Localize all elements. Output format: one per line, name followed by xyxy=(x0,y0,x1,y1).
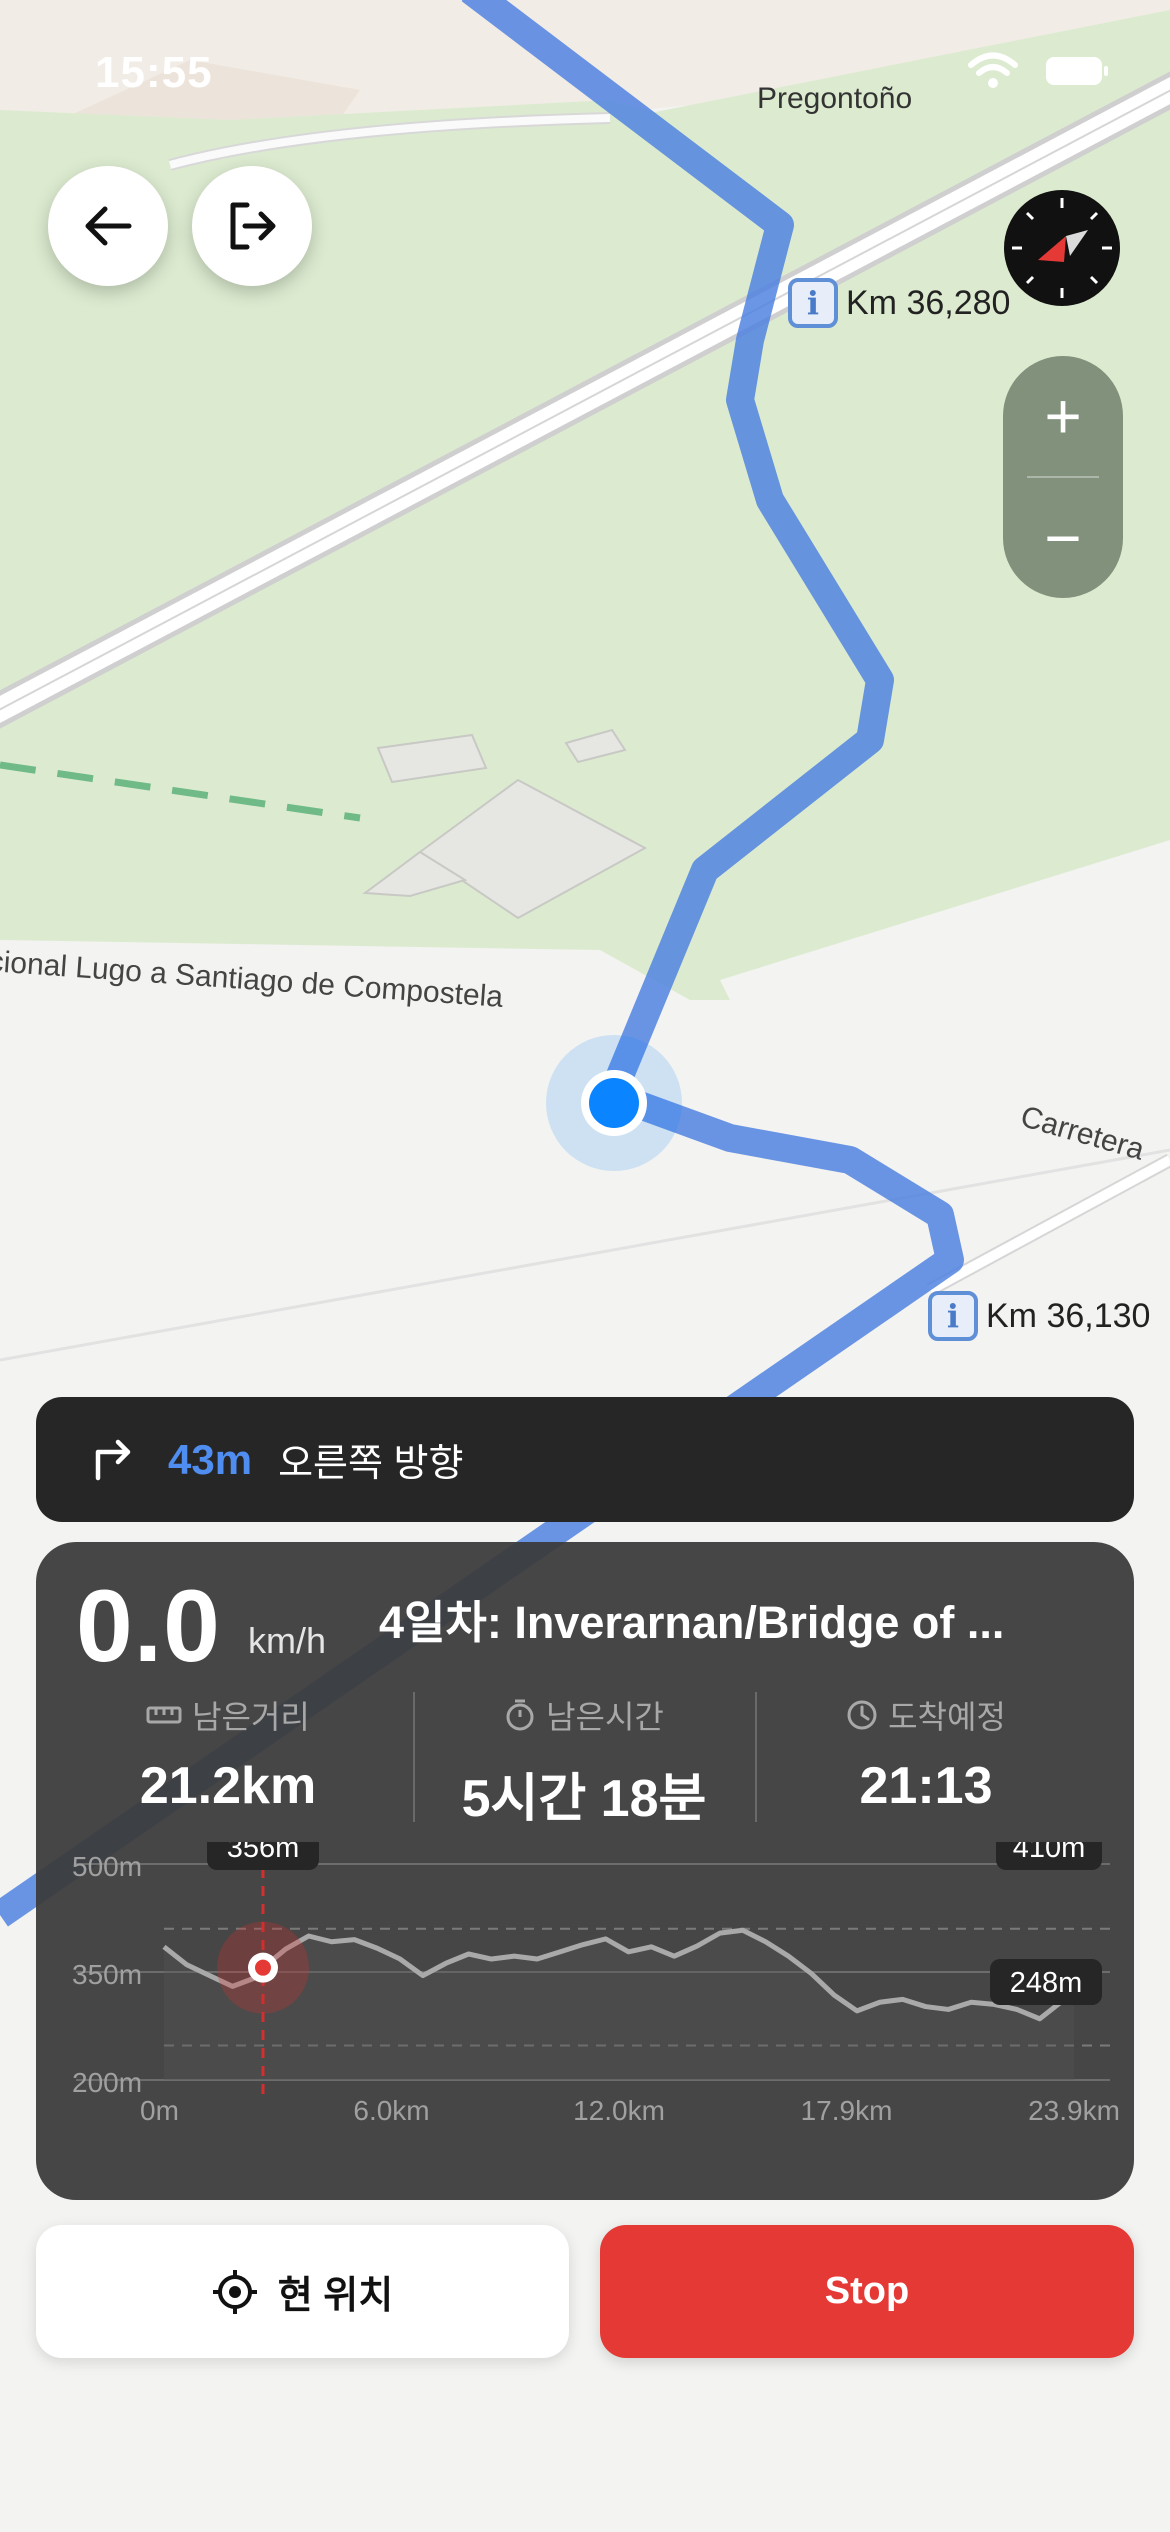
stopwatch-icon xyxy=(506,1699,534,1731)
stat-value: 21.2km xyxy=(139,1757,317,1815)
status-icons xyxy=(968,52,1110,90)
stat-label: 도착예정 xyxy=(888,1699,1006,1735)
stat-arrival-time: 도착예정 21:13 xyxy=(756,1692,1096,1816)
route-title: 4일차: Inverarnan/Bridge of ... xyxy=(379,1597,1005,1648)
status-time: 15:55 xyxy=(95,48,213,97)
zoom-control: + − xyxy=(1003,356,1123,598)
compass-button[interactable] xyxy=(1004,190,1120,306)
current-location-dot xyxy=(589,1078,639,1128)
min-elevation-label: 248m xyxy=(1010,1967,1083,1999)
stat-value: 5시간 18분 xyxy=(461,1770,707,1828)
max-elevation-label: 410m xyxy=(1013,1842,1086,1864)
km-marker[interactable]: i Km 36,280 xyxy=(788,278,1010,328)
stop-label: Stop xyxy=(824,2270,910,2312)
x-tick-label: 0m xyxy=(140,2095,179,2126)
crosshair-icon xyxy=(212,2269,257,2314)
x-tick-label: 23.9km xyxy=(1028,2095,1120,2126)
stat-label: 남은시간 xyxy=(546,1699,664,1735)
compass-icon xyxy=(1012,198,1112,298)
stat-label: 남은거리 xyxy=(192,1699,310,1735)
stat-remaining-distance: 남은거리 21.2km xyxy=(58,1692,398,1816)
arrow-left-icon xyxy=(85,206,132,246)
stat-value: 21:13 xyxy=(859,1757,993,1815)
speed-value: 0.0 xyxy=(76,1569,221,1683)
back-button[interactable] xyxy=(48,166,168,286)
nav-instruction: 오른쪽 방향 xyxy=(278,1443,464,1485)
y-tick-label: 200m xyxy=(72,2067,142,2098)
km-marker[interactable]: i Km 36,130 xyxy=(928,1291,1150,1341)
x-tick-label: 17.9km xyxy=(801,2095,893,2126)
navigation-banner[interactable]: 43m 오른쪽 방향 xyxy=(36,1397,1134,1522)
current-location-button[interactable]: 현 위치 xyxy=(36,2225,569,2358)
wifi-icon xyxy=(968,52,1018,88)
stat-remaining-time: 남은시간 5시간 18분 xyxy=(414,1692,754,1831)
current-position-dot xyxy=(254,1959,271,1976)
battery-icon xyxy=(1046,57,1108,85)
trip-info-panel: 0.0 km/h 4일차: Inverarnan/Bridge of ... 남… xyxy=(36,1542,1134,2200)
zoom-in-button[interactable]: + xyxy=(1003,356,1123,476)
speed-unit: km/h xyxy=(248,1620,327,1661)
current-elevation-label: 356m xyxy=(227,1842,300,1864)
km-marker-label: Km 36,280 xyxy=(846,283,1011,322)
turn-right-icon xyxy=(95,1439,131,1480)
x-tick-label: 12.0km xyxy=(573,2095,665,2126)
clock-icon xyxy=(847,1700,877,1730)
exit-button[interactable] xyxy=(192,166,312,286)
zoom-out-button[interactable]: − xyxy=(1003,478,1123,598)
stop-button[interactable]: Stop xyxy=(600,2225,1134,2358)
info-icon: i xyxy=(788,278,838,328)
info-icon: i xyxy=(928,1291,978,1341)
status-bar: 15:55 xyxy=(0,0,1170,140)
nav-distance: 43m xyxy=(168,1435,253,1483)
km-marker-label: Km 36,130 xyxy=(986,1296,1151,1335)
ruler-icon xyxy=(146,1706,182,1724)
x-tick-label: 6.0km xyxy=(353,2095,429,2126)
elevation-chart[interactable]: 500m 350m 200m0m 6.0km 12.0km 17.9km 23.9km 356… xyxy=(36,1842,1134,2182)
current-location-label: 현 위치 xyxy=(277,2275,394,2317)
logout-icon xyxy=(230,202,276,250)
y-tick-label: 500m xyxy=(72,1851,142,1882)
y-tick-label: 350m xyxy=(72,1959,142,1990)
